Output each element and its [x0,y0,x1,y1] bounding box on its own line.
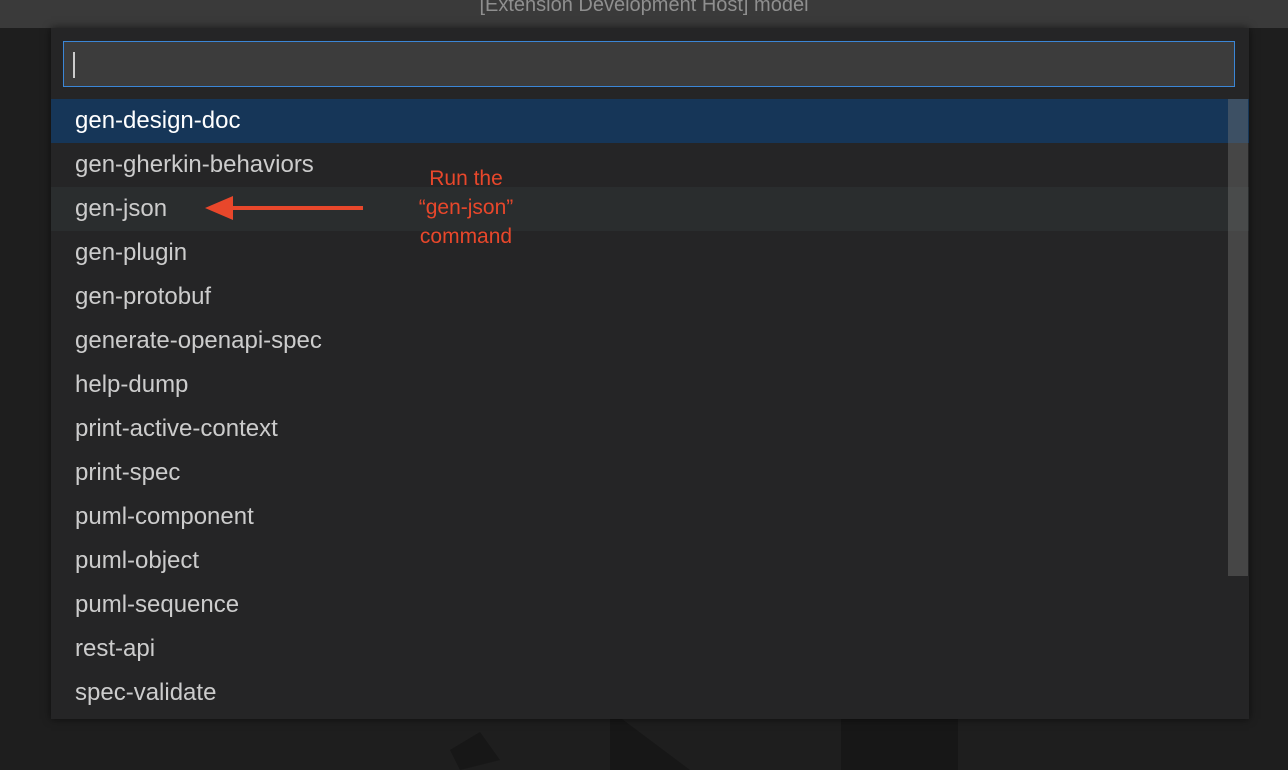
annotation-callout: Run the “gen-json” command [400,164,532,251]
text-cursor [73,52,75,78]
command-item-label: rest-api [75,635,156,662]
command-item-label: gen-plugin [75,239,188,266]
list-scrollbar[interactable] [1228,99,1248,576]
command-item-print-spec[interactable]: print-spec [51,451,1249,495]
command-item-gen-plugin[interactable]: gen-plugin [51,231,1249,275]
window-title: [Extension Development Host] model [479,0,809,16]
command-item-label: help-dump [75,371,189,398]
command-item-gen-design-doc[interactable]: gen-design-doc [51,99,1249,143]
command-item-help-dump[interactable]: help-dump [51,363,1249,407]
command-item-spec-validate[interactable]: spec-validate [51,671,1249,715]
command-item-label: puml-sequence [75,591,240,618]
command-item-label: gen-json [75,195,168,222]
command-item-gen-protobuf[interactable]: gen-protobuf [51,275,1249,319]
command-item-puml-component[interactable]: puml-component [51,495,1249,539]
annotation-line-3: command [419,225,513,248]
command-item-puml-object[interactable]: puml-object [51,539,1249,583]
command-item-label: print-spec [75,459,181,486]
arrow-left-icon [205,196,363,220]
quick-pick-input[interactable] [63,41,1235,87]
command-item-print-active-context[interactable]: print-active-context [51,407,1249,451]
command-item-label: gen-protobuf [75,283,212,310]
title-bar: [Extension Development Host] model [0,0,1288,28]
quick-pick-panel: gen-design-doc gen-gherkin-behaviors gen-j… [51,28,1249,719]
command-item-gen-gherkin-behaviors[interactable]: gen-gherkin-behaviors [51,143,1249,187]
command-item-rest-api[interactable]: rest-api [51,627,1249,671]
command-item-label: print-active-context [75,415,278,442]
command-item-label: generate-openapi-spec [75,327,322,354]
annotation-line-2: “gen-json” [418,196,514,219]
command-item-label: puml-object [75,547,200,574]
command-item-label: spec-validate [75,679,217,706]
command-item-puml-sequence[interactable]: puml-sequence [51,583,1249,627]
command-item-label: puml-component [75,503,254,530]
annotation-line-1: Run the [429,167,503,190]
command-item-generate-openapi-spec[interactable]: generate-openapi-spec [51,319,1249,363]
command-item-label: gen-design-doc [75,107,241,134]
command-item-label: gen-gherkin-behaviors [75,151,314,178]
